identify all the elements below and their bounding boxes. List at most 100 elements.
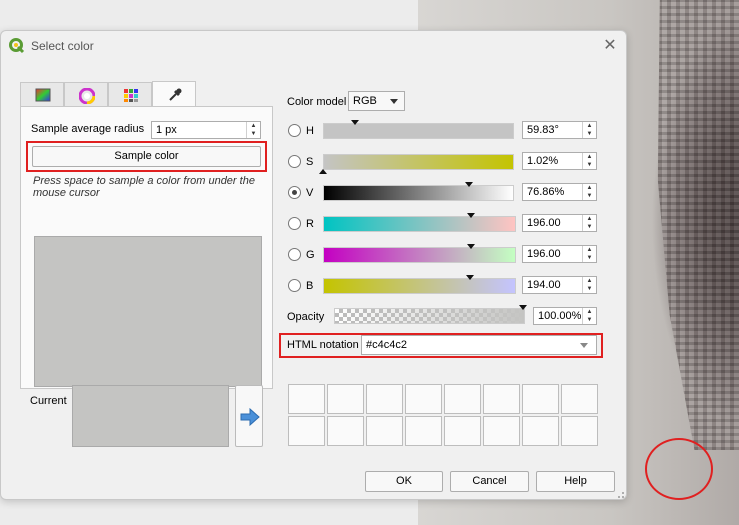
red-marker[interactable] (467, 213, 475, 218)
hue-marker[interactable] (351, 120, 359, 125)
swatch-slot[interactable] (522, 416, 559, 446)
red-spinbox[interactable]: 196.00 ▲ ▼ (522, 214, 597, 232)
sample-preview (34, 236, 262, 387)
red-value: 196.00 (527, 217, 561, 229)
spin-arrows[interactable]: ▲ ▼ (582, 153, 596, 169)
spin-down-icon[interactable]: ▼ (583, 316, 596, 324)
spin-up-icon[interactable]: ▲ (583, 122, 596, 130)
swatch-slot[interactable] (522, 384, 559, 414)
spin-up-icon[interactable]: ▲ (247, 122, 260, 130)
swatch-slot[interactable] (561, 416, 598, 446)
value-marker[interactable] (465, 182, 473, 187)
spin-down-icon[interactable]: ▼ (583, 254, 596, 262)
color-wheel-tab[interactable] (64, 82, 108, 107)
component-r-label: R (306, 218, 314, 230)
radio-v[interactable] (288, 186, 301, 199)
swatches-tab[interactable] (108, 82, 152, 107)
swatch-slot[interactable] (327, 416, 364, 446)
spin-down-icon[interactable]: ▼ (583, 285, 596, 293)
ok-button[interactable]: OK (365, 471, 443, 492)
blue-slider[interactable] (323, 278, 516, 294)
color-model-value: RGB (353, 95, 377, 107)
hue-value: 59.83° (527, 124, 559, 136)
spin-down-icon[interactable]: ▼ (583, 161, 596, 169)
radio-g[interactable] (288, 248, 301, 261)
spin-arrows[interactable]: ▲ ▼ (582, 184, 596, 200)
color-ramp-tab[interactable] (20, 82, 64, 107)
radio-h[interactable] (288, 124, 301, 137)
close-icon[interactable]: ✕ (599, 35, 621, 57)
radio-r[interactable] (288, 217, 301, 230)
spin-arrows[interactable]: ▲ ▼ (582, 308, 596, 324)
green-spinbox[interactable]: 196.00 ▲ ▼ (522, 245, 597, 263)
green-value: 196.00 (527, 248, 561, 260)
spin-up-icon[interactable]: ▲ (583, 215, 596, 223)
swatch-slot[interactable] (483, 384, 520, 414)
apply-color-button[interactable] (235, 385, 263, 447)
hue-slider[interactable] (323, 123, 514, 139)
html-notation-input[interactable]: #c4c4c2 (361, 335, 597, 355)
swatch-slot[interactable] (366, 384, 403, 414)
spin-arrows[interactable]: ▲ ▼ (582, 215, 596, 231)
swatches-grid-icon (124, 89, 138, 102)
swatch-slot[interactable] (444, 384, 481, 414)
spin-down-icon[interactable]: ▼ (583, 192, 596, 200)
saturation-spinbox[interactable]: 1.02% ▲ ▼ (522, 152, 597, 170)
spin-up-icon[interactable]: ▲ (583, 184, 596, 192)
opacity-spinbox[interactable]: 100.00% ▲ ▼ (533, 307, 597, 325)
red-slider[interactable] (323, 216, 516, 232)
swatch-slot[interactable] (327, 384, 364, 414)
swatch-slot[interactable] (561, 384, 598, 414)
color-model-label: Color model (287, 96, 347, 108)
blue-marker[interactable] (466, 275, 474, 280)
sample-color-button[interactable]: Sample color (32, 146, 261, 167)
spin-up-icon[interactable]: ▲ (583, 277, 596, 285)
qgis-logo-icon (9, 38, 25, 54)
spin-down-icon[interactable]: ▼ (247, 130, 260, 138)
color-model-select[interactable]: RGB (348, 91, 405, 111)
green-slider[interactable] (323, 247, 516, 263)
spin-down-icon[interactable]: ▼ (583, 223, 596, 231)
component-s-label: S (306, 156, 314, 168)
value-spinbox[interactable]: 76.86% ▲ ▼ (522, 183, 597, 201)
blue-spinbox[interactable]: 194.00 ▲ ▼ (522, 276, 597, 294)
value-slider[interactable] (323, 185, 514, 201)
swatch-slot[interactable] (483, 416, 520, 446)
opacity-marker[interactable] (519, 305, 527, 310)
blue-value: 194.00 (527, 279, 561, 291)
swatch-slot[interactable] (405, 384, 442, 414)
eyedropper-icon (169, 88, 182, 101)
opacity-value: 100.00% (538, 310, 582, 322)
swatch-slot[interactable] (444, 416, 481, 446)
radio-b[interactable] (288, 279, 301, 292)
cancel-button[interactable]: Cancel (450, 471, 529, 492)
saturation-slider[interactable] (323, 154, 514, 170)
hue-spinbox[interactable]: 59.83° ▲ ▼ (522, 121, 597, 139)
spin-arrows[interactable]: ▲ ▼ (582, 277, 596, 293)
sample-radius-spinbox[interactable]: 1 px ▲ ▼ (151, 121, 261, 139)
chevron-down-icon[interactable] (580, 343, 588, 348)
html-notation-label: HTML notation (287, 339, 359, 351)
saturation-marker[interactable] (319, 169, 327, 174)
resize-grip-icon[interactable] (615, 489, 625, 499)
color-ramp-icon (35, 88, 51, 102)
spin-arrows[interactable]: ▲ ▼ (246, 122, 260, 138)
swatch-slot[interactable] (288, 416, 325, 446)
spin-arrows[interactable]: ▲ ▼ (582, 122, 596, 138)
green-marker[interactable] (467, 244, 475, 249)
swatch-slot[interactable] (405, 416, 442, 446)
color-picker-tab[interactable] (152, 81, 196, 108)
spin-down-icon[interactable]: ▼ (583, 130, 596, 138)
radio-s[interactable] (288, 155, 301, 168)
spin-arrows[interactable]: ▲ ▼ (582, 246, 596, 262)
sample-radius-value: 1 px (156, 124, 177, 136)
opacity-slider[interactable] (334, 308, 525, 324)
help-button[interactable]: Help (536, 471, 615, 492)
arrow-right-icon (240, 408, 260, 426)
swatch-slot[interactable] (288, 384, 325, 414)
spin-up-icon[interactable]: ▲ (583, 153, 596, 161)
swatch-slot[interactable] (366, 416, 403, 446)
spin-up-icon[interactable]: ▲ (583, 246, 596, 254)
spin-up-icon[interactable]: ▲ (583, 308, 596, 316)
saturation-value: 1.02% (527, 155, 559, 167)
